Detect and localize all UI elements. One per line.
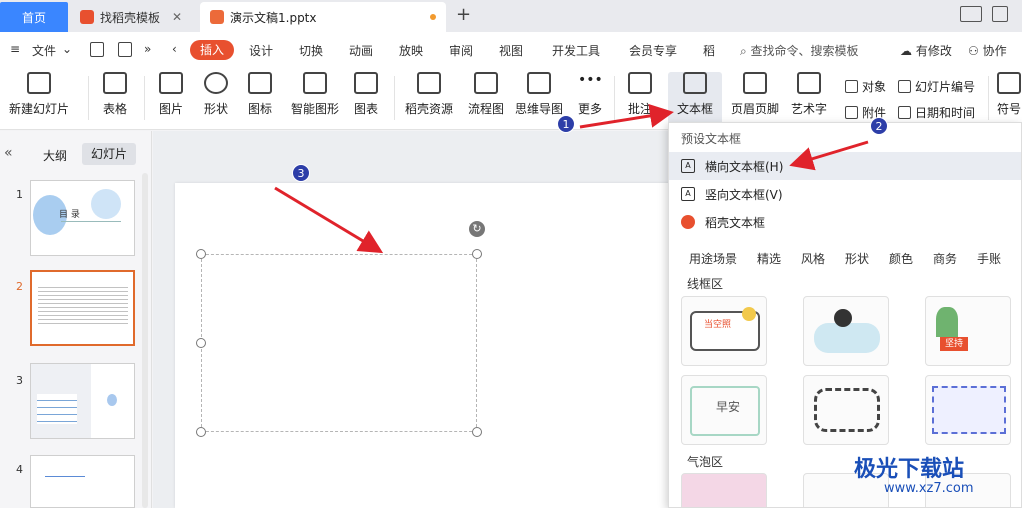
- annotation-badge-1: 1: [557, 115, 575, 133]
- annotation-arrow: [579, 103, 674, 129]
- annotation-arrow: [274, 186, 384, 254]
- annotation-overlay: [274, 103, 869, 254]
- annotation-badge-2: 2: [870, 117, 888, 135]
- annotation-badge-3: 3: [292, 164, 310, 182]
- annotation-arrow: [789, 140, 869, 171]
